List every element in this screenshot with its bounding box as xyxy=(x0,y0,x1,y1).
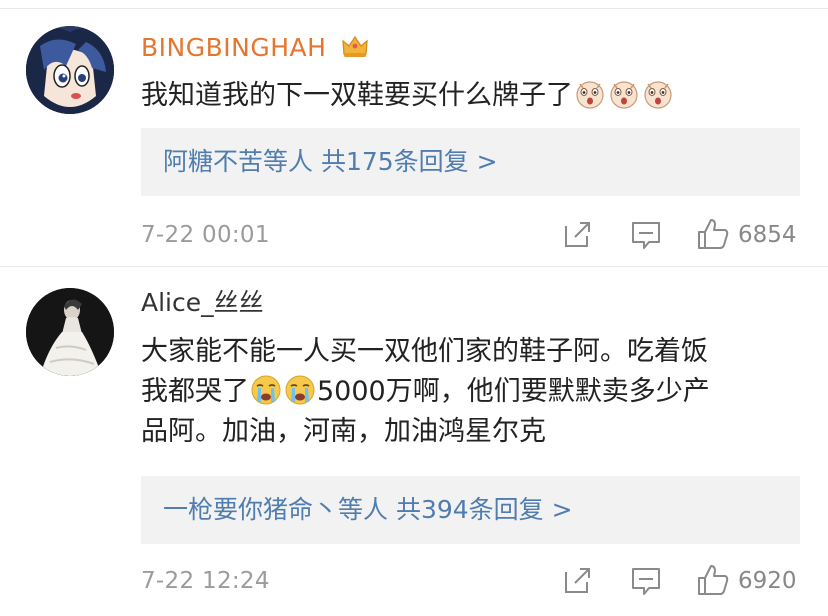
username-text[interactable]: BINGBINGHAH xyxy=(141,33,326,62)
face-emoji-icon xyxy=(574,78,606,110)
like-count: 6920 xyxy=(738,568,797,594)
anime-girl-avatar-image xyxy=(26,26,114,114)
comment-icon[interactable] xyxy=(629,562,663,602)
face-emoji-icon xyxy=(642,78,674,110)
comment-time: 7-22 00:01 xyxy=(141,222,270,248)
comment-text-line: 品阿。加油，河南，加油鸿星尔克 xyxy=(141,416,546,447)
comment-icon[interactable] xyxy=(629,216,663,256)
share-icon[interactable] xyxy=(561,562,593,602)
comment-item: BINGBINGHAH 我知道我的下一双鞋要买什么牌子了 阿糖不苦等人 共175… xyxy=(0,0,828,266)
reply-summary-box[interactable]: 阿糖不苦等人 共175条回复 > xyxy=(141,128,800,196)
like-icon[interactable] xyxy=(695,562,731,602)
crown-icon xyxy=(341,34,369,67)
like-count: 6854 xyxy=(738,222,797,248)
reply-summary-box[interactable]: 一枪要你猪命丶等人 共394条回复 > xyxy=(141,476,800,544)
share-icon[interactable] xyxy=(561,216,593,256)
comment-text-line: 大家能不能一人买一双他们家的鞋子阿。吃着饭 xyxy=(141,336,708,367)
crying-emoji-icon xyxy=(250,374,282,406)
comment-meta: 7-22 12:24 6920 xyxy=(141,562,801,602)
comment-content: 大家能不能一人买一双他们家的鞋子阿。吃着饭 我都哭了 5000万啊，他们要默默卖多… xyxy=(141,332,801,452)
comment-text: 我都哭了 xyxy=(141,376,249,407)
avatar[interactable] xyxy=(26,26,114,114)
reply-summary-link[interactable]: 一枪要你猪命丶等人 共394条回复 > xyxy=(163,493,573,527)
username[interactable]: BINGBINGHAH xyxy=(141,33,369,67)
like-icon[interactable] xyxy=(695,216,731,256)
comment-item: Alice_丝丝 大家能不能一人买一双他们家的鞋子阿。吃着饭 我都哭了 5000万… xyxy=(0,266,828,616)
bride-avatar-image xyxy=(26,288,114,376)
face-emoji-icon xyxy=(608,78,640,110)
comment-meta: 7-22 00:01 6854 xyxy=(141,216,801,256)
crying-emoji-icon xyxy=(284,374,316,406)
comment-text: 5000万啊，他们要默默卖多少产 xyxy=(317,376,710,407)
comment-text: 我知道我的下一双鞋要买什么牌子了 xyxy=(141,80,573,111)
username[interactable]: Alice_丝丝 xyxy=(141,288,264,318)
reply-summary-link[interactable]: 阿糖不苦等人 共175条回复 > xyxy=(163,145,498,179)
comment-time: 7-22 12:24 xyxy=(141,568,270,594)
comment-text-line: 我都哭了 5000万啊，他们要默默卖多少产 xyxy=(141,372,801,412)
comment-content: 我知道我的下一双鞋要买什么牌子了 xyxy=(141,76,801,116)
avatar[interactable] xyxy=(26,288,114,376)
